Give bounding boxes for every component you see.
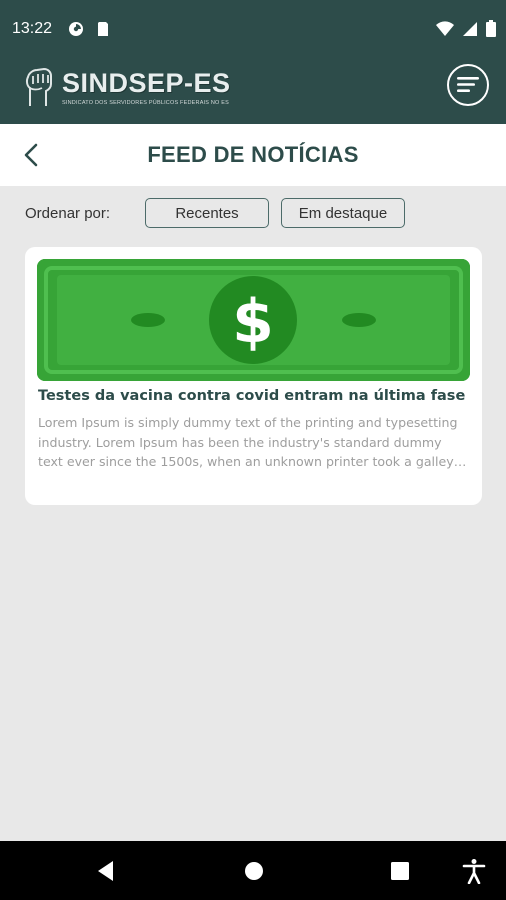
logo-title: SINDSEP-ES	[62, 68, 231, 98]
sd-card-icon	[98, 22, 108, 36]
battery-icon	[486, 20, 496, 37]
accessibility-icon[interactable]	[461, 858, 487, 884]
nav-recents-icon[interactable]	[387, 858, 413, 884]
nav-home-icon[interactable]	[241, 858, 267, 884]
wifi-icon	[436, 20, 454, 36]
logo-subtitle: SINDICATO DOS SERVIDORES PÚBLICOS FEDERA…	[62, 100, 229, 106]
system-nav-bar	[0, 841, 506, 900]
news-card[interactable]: $ Testes da vacina contra covid entram n…	[25, 247, 482, 505]
page-title: FEED DE NOTÍCIAS	[147, 142, 359, 167]
data-saver-icon	[69, 22, 83, 36]
news-title: Testes da vacina contra covid entram na …	[38, 388, 466, 404]
nav-back-icon[interactable]	[93, 858, 119, 884]
menu-button[interactable]	[447, 64, 489, 106]
svg-text:$: $	[232, 287, 274, 357]
status-time: 13:22	[12, 20, 53, 37]
status-bar: 13:22	[0, 0, 506, 62]
fist-logo-icon	[25, 67, 52, 106]
sort-featured-button[interactable]: Em destaque	[281, 198, 405, 228]
news-excerpt: Lorem Ipsum is simply dummy text of the …	[38, 415, 467, 469]
app-header: SINDSEP-ES SINDICATO DOS SERVIDORES PÚBL…	[0, 62, 506, 124]
sort-recent-button[interactable]: Recentes	[145, 198, 269, 228]
menu-icon	[457, 77, 479, 92]
news-image: $	[37, 259, 470, 381]
signal-icon	[463, 21, 477, 36]
status-icons-right	[436, 20, 496, 37]
page-title-bar: FEED DE NOTÍCIAS	[0, 124, 506, 186]
sort-label: Ordenar por:	[25, 205, 111, 222]
dollar-bill-icon: $	[37, 259, 470, 381]
sort-row: Ordenar por: Recentes Em destaque	[0, 198, 506, 230]
